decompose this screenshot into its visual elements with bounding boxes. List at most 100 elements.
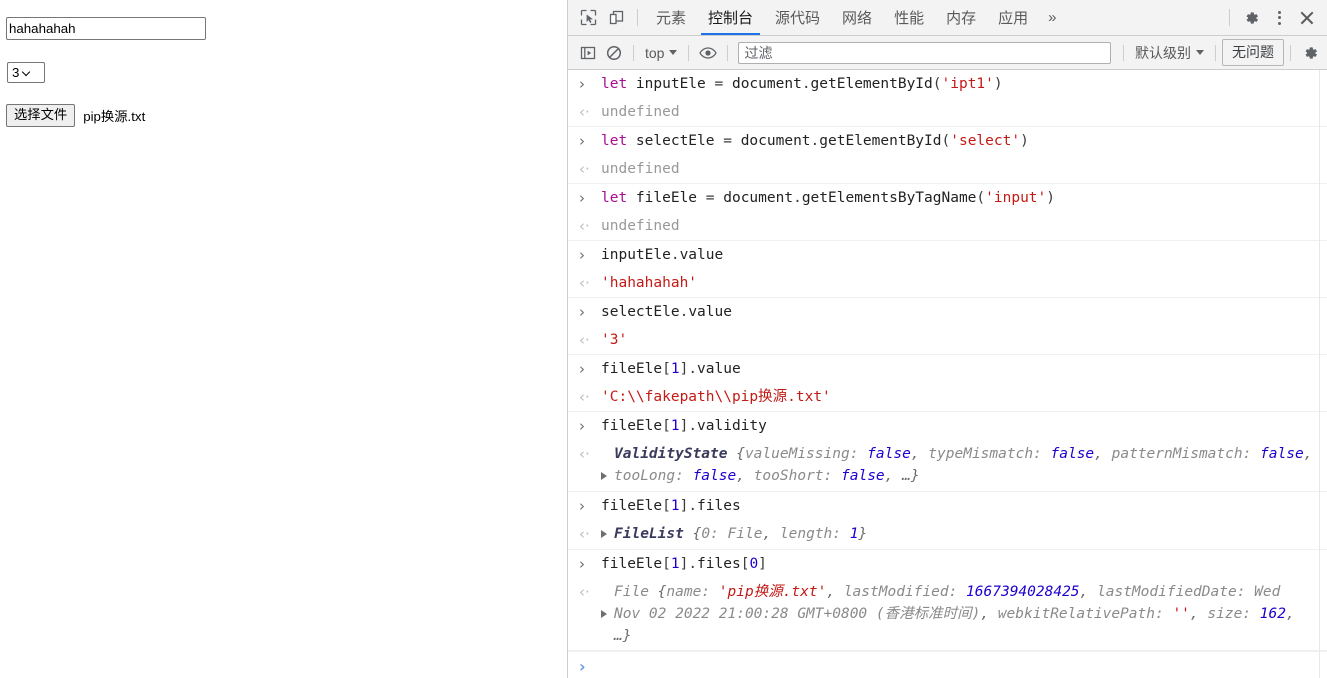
input-chevron-icon: › [579, 246, 585, 264]
devtools-panel: 元素 控制台 源代码 网络 性能 内存 应用 » top 过滤 默认级别 无问题… [567, 0, 1327, 678]
device-toolbar-icon[interactable] [602, 4, 630, 32]
toolbar-divider [1123, 44, 1124, 61]
input-chevron-icon: › [579, 497, 585, 515]
console-row-content: selectEle.value [601, 304, 732, 320]
console-log-rows: › let inputEle = document.getElementById(… [568, 70, 1327, 651]
input-chevron-icon: › [579, 132, 585, 150]
input-chevron-icon: › [579, 417, 585, 435]
toolbar-divider [633, 44, 634, 61]
output-chevron-icon: ‹· [579, 160, 590, 178]
output-chevron-icon: ‹· [579, 388, 590, 406]
tab-memory[interactable]: 内存 [935, 0, 987, 35]
console-row-content: fileEle[1].files [601, 498, 741, 514]
tab-sources[interactable]: 源代码 [764, 0, 831, 35]
console-input-row: › fileEle[1].files[0] [568, 550, 1327, 578]
console-output-row: ‹· File {name: 'pip换源.txt', lastModified:… [568, 578, 1327, 651]
input-chevron-icon: › [579, 555, 585, 573]
input-chevron-icon: › [579, 303, 585, 321]
selected-file-name: pip换源.txt [83, 109, 146, 124]
console-output-row: ‹· 'C:\\fakepath\\pip换源.txt' [568, 383, 1327, 412]
console-row-content: 'C:\\fakepath\\pip换源.txt' [601, 389, 831, 405]
object-preview[interactable]: FileList {0: File, length: 1} [614, 523, 867, 545]
object-preview[interactable]: ValidityState {valueMissing: false, type… [614, 443, 1315, 487]
console-input-row: › let fileEle = document.getElementsByTag… [568, 184, 1327, 212]
expand-object-triangle-icon[interactable] [601, 443, 614, 488]
expand-object-triangle-icon[interactable] [601, 523, 614, 546]
console-row-content: let inputEle = document.getElementById('… [601, 76, 1003, 92]
tab-network[interactable]: 网络 [831, 0, 883, 35]
context-label: top [645, 44, 665, 61]
toolbar-divider [1290, 44, 1291, 61]
screenshot-root: 3 选择文件 pip换源.txt [0, 0, 1327, 678]
web-page-viewport: 3 选择文件 pip换源.txt [0, 0, 567, 678]
tab-console[interactable]: 控制台 [697, 0, 764, 35]
console-row-content: ValidityState {valueMissing: false, type… [601, 443, 1315, 488]
console-output-row: ‹· ValidityState {valueMissing: false, ty… [568, 440, 1327, 492]
console-input-row: › selectEle.value [568, 298, 1327, 326]
output-chevron-icon: ‹· [579, 103, 590, 121]
chevron-down-icon [23, 68, 32, 77]
log-level-selector[interactable]: 默认级别 [1130, 41, 1209, 65]
console-filter-input[interactable] [738, 41, 1111, 64]
console-input-row: › let inputEle = document.getElementById(… [568, 70, 1327, 98]
console-input-row: › let selectEle = document.getElementById… [568, 127, 1327, 155]
console-row-content: let fileEle = document.getElementsByTagN… [601, 190, 1055, 206]
input-chevron-icon: › [579, 360, 585, 378]
console-row-content: fileEle[1].files[0] [601, 556, 767, 572]
tab-label: 性能 [894, 10, 925, 27]
live-expression-icon[interactable] [695, 40, 721, 66]
choose-file-button[interactable]: 选择文件 [6, 104, 76, 127]
tab-label: 元素 [656, 10, 687, 27]
console-input-row: › inputEle.value [568, 241, 1327, 269]
console-log[interactable]: › let inputEle = document.getElementById(… [568, 70, 1327, 678]
expand-object-triangle-icon[interactable] [601, 581, 614, 626]
console-row-content: undefined [601, 161, 680, 177]
issues-button[interactable]: 无问题 [1222, 39, 1284, 66]
prompt-chevron-icon: › [579, 657, 586, 676]
clear-console-icon[interactable] [601, 40, 627, 66]
console-row-content: inputEle.value [601, 247, 724, 263]
toolbar-divider [727, 44, 729, 61]
output-chevron-icon: ‹· [579, 217, 590, 235]
tab-application[interactable]: 应用 [987, 0, 1039, 35]
console-output-row: ‹· FileList {0: File, length: 1} [568, 520, 1327, 550]
output-chevron-icon: ‹· [579, 525, 590, 543]
output-chevron-icon: ‹· [579, 445, 590, 463]
devtools-tabbar-actions [1222, 4, 1325, 32]
console-toolbar: top 默认级别 无问题 [568, 36, 1327, 70]
object-preview[interactable]: File {name: 'pip换源.txt', lastModified: 1… [614, 581, 1315, 647]
devtools-tabbar: 元素 控制台 源代码 网络 性能 内存 应用 » [568, 0, 1327, 36]
output-chevron-icon: ‹· [579, 274, 590, 292]
console-row-content: 'hahahahah' [601, 275, 698, 291]
toolbar-divider [1229, 9, 1230, 26]
console-sidebar-icon[interactable] [575, 40, 601, 66]
kebab-menu-icon[interactable] [1265, 4, 1293, 32]
gear-icon[interactable] [1297, 40, 1323, 66]
log-level-label: 默认级别 [1135, 44, 1191, 61]
gear-icon[interactable] [1237, 4, 1265, 32]
tab-label: 网络 [842, 10, 873, 27]
console-output-row: ‹· 'hahahahah' [568, 269, 1327, 298]
console-prompt-row[interactable]: › [568, 651, 1327, 678]
execution-context-selector[interactable]: top [640, 41, 682, 65]
close-icon[interactable] [1293, 4, 1321, 32]
toolbar-divider [1215, 44, 1216, 61]
select-dropdown[interactable]: 3 [7, 62, 45, 83]
tab-elements[interactable]: 元素 [645, 0, 697, 35]
more-tabs-button[interactable]: » [1039, 0, 1065, 35]
inspect-element-icon[interactable] [574, 4, 602, 32]
console-row-content: fileEle[1].validity [601, 418, 767, 434]
console-output-row: ‹· undefined [568, 155, 1327, 184]
console-output-row: ‹· undefined [568, 212, 1327, 241]
tab-performance[interactable]: 性能 [883, 0, 935, 35]
tab-label: 源代码 [775, 10, 821, 27]
console-input-row: › fileEle[1].value [568, 355, 1327, 383]
console-output-row: ‹· '3' [568, 326, 1327, 355]
console-scrollbar[interactable] [1319, 70, 1327, 678]
tab-label: 应用 [998, 10, 1029, 27]
console-output-row: ‹· undefined [568, 98, 1327, 127]
text-input[interactable] [6, 17, 206, 40]
chevron-down-icon [669, 50, 678, 55]
console-input-row: › fileEle[1].files [568, 492, 1327, 520]
output-chevron-icon: ‹· [579, 331, 590, 349]
